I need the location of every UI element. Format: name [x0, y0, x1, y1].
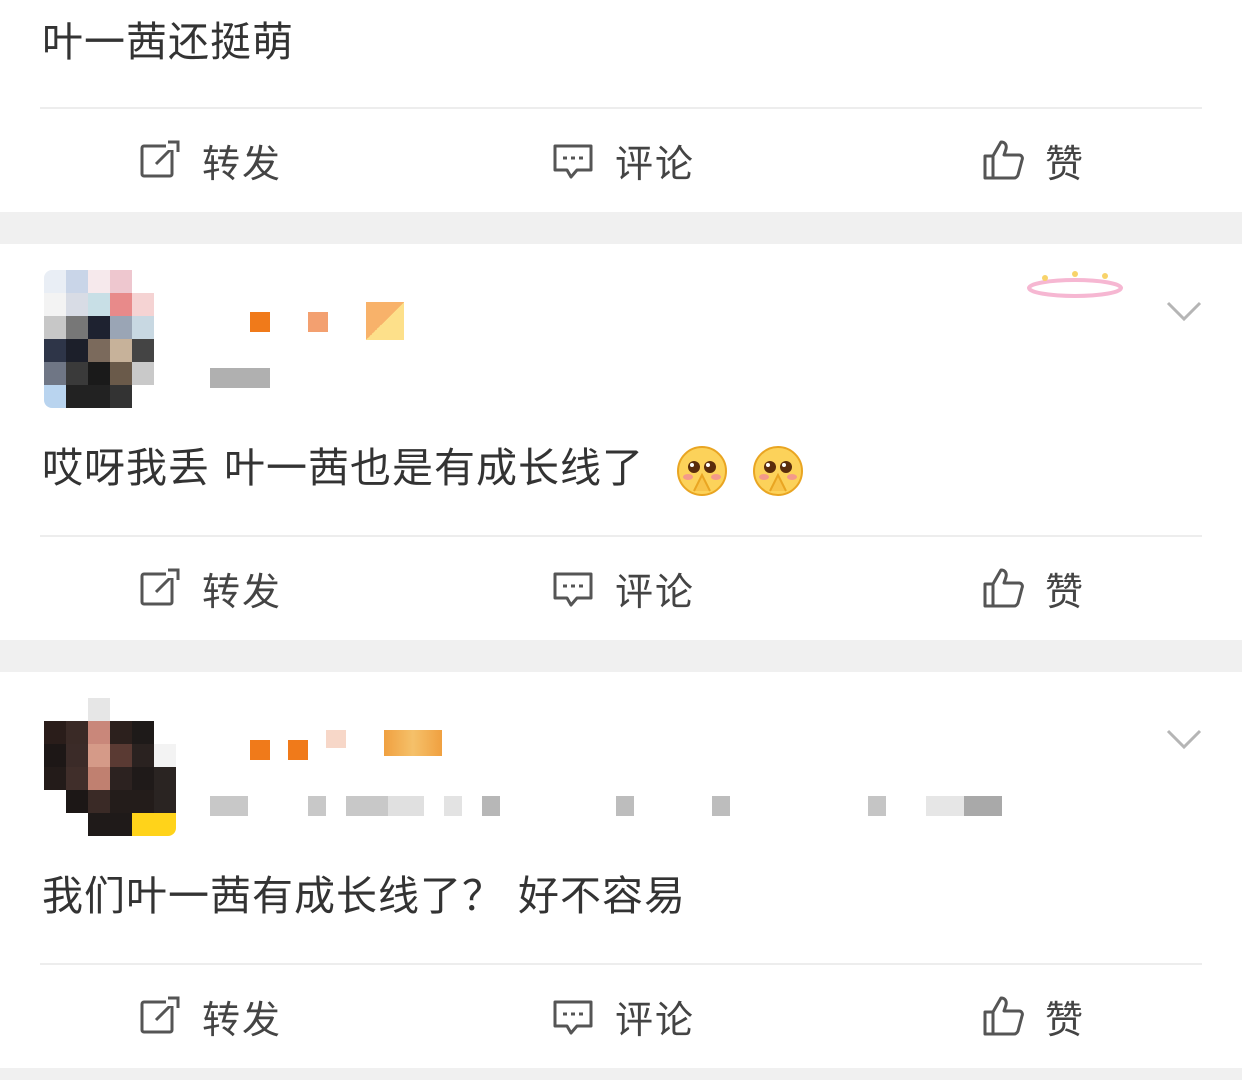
- pleading-face-icon: [753, 446, 804, 496]
- avatar[interactable]: [44, 270, 176, 408]
- post-text-row: 哎呀我丢 叶一茜也是有成长线了: [42, 442, 804, 497]
- comment-button[interactable]: 评论: [551, 964, 695, 1068]
- like-label: 赞: [1045, 141, 1086, 186]
- post-text: 哎呀我丢 叶一茜也是有成长线了: [42, 444, 645, 492]
- post-card: 叶一茜还挺萌 转发 评论 赞: [0, 0, 1242, 212]
- repost-icon: [140, 568, 180, 606]
- like-label: 赞: [1045, 997, 1086, 1042]
- username[interactable]: [250, 302, 450, 342]
- avatar[interactable]: [44, 698, 176, 836]
- repost-button[interactable]: 转发: [138, 536, 282, 640]
- pleading-face-icon: [677, 446, 728, 496]
- repost-label: 转发: [202, 569, 283, 614]
- post-card: 哎呀我丢 叶一茜也是有成长线了 转发 评论 赞: [0, 244, 1242, 640]
- repost-label: 转发: [202, 997, 283, 1042]
- thumbs-up-icon: [983, 996, 1024, 1036]
- repost-button[interactable]: 转发: [138, 964, 282, 1068]
- comment-button[interactable]: 评论: [551, 108, 695, 212]
- post-card: 我们叶一茜有成长线了？ 好不容易 转发 评论 赞: [0, 672, 1242, 1068]
- username[interactable]: [250, 730, 450, 770]
- chevron-down-icon[interactable]: [1166, 728, 1202, 750]
- comment-button[interactable]: 评论: [551, 536, 695, 640]
- comment-icon: [553, 144, 593, 179]
- repost-icon: [140, 140, 180, 178]
- repost-icon: [140, 996, 180, 1034]
- decoration-badge-icon: [1027, 271, 1123, 298]
- comment-label: 评论: [615, 141, 696, 186]
- like-button[interactable]: 赞: [981, 108, 1085, 212]
- action-bar: 转发 评论 赞: [0, 108, 1242, 212]
- repost-button[interactable]: 转发: [138, 108, 282, 212]
- thumbs-up-icon: [983, 140, 1024, 180]
- chevron-down-icon[interactable]: [1166, 300, 1202, 322]
- post-text: 我们叶一茜有成长线了？ 好不容易: [42, 872, 687, 920]
- comment-icon: [553, 1000, 593, 1035]
- comment-icon: [553, 572, 593, 607]
- comment-label: 评论: [615, 569, 696, 614]
- comment-label: 评论: [615, 997, 696, 1042]
- like-label: 赞: [1045, 569, 1086, 614]
- action-bar: 转发 评论 赞: [0, 964, 1242, 1068]
- thumbs-up-icon: [983, 568, 1024, 608]
- like-button[interactable]: 赞: [981, 964, 1085, 1068]
- post-text: 叶一茜还挺萌: [42, 18, 294, 66]
- repost-label: 转发: [202, 141, 283, 186]
- action-bar: 转发 评论 赞: [0, 536, 1242, 640]
- like-button[interactable]: 赞: [981, 536, 1085, 640]
